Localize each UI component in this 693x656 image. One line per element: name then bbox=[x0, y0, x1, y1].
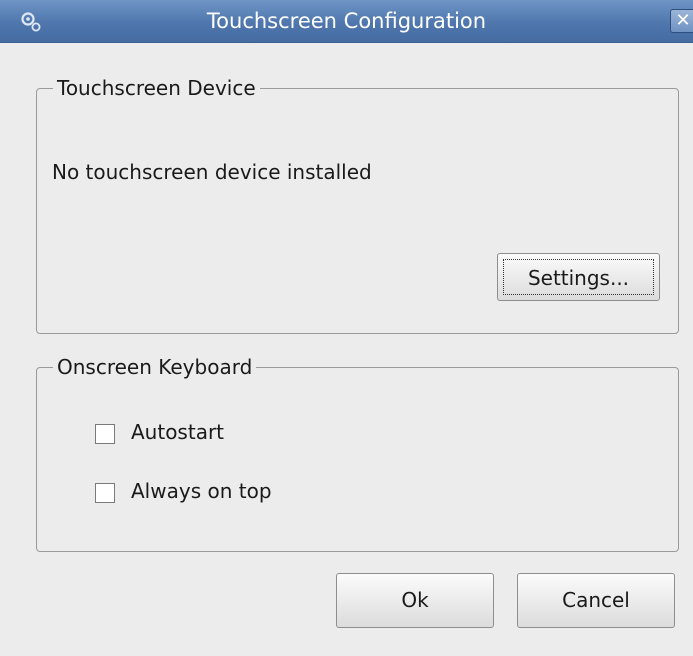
settings-button[interactable]: Settings... bbox=[497, 253, 660, 301]
always-on-top-checkbox[interactable] bbox=[95, 483, 115, 503]
always-on-top-label[interactable]: Always on top bbox=[131, 479, 272, 503]
touchscreen-device-legend: Touchscreen Device bbox=[57, 76, 256, 100]
onscreen-keyboard-legend: Onscreen Keyboard bbox=[57, 355, 253, 379]
onscreen-keyboard-group: Onscreen Keyboard bbox=[36, 356, 679, 552]
title-bar: Touchscreen Configuration ✕ bbox=[0, 0, 693, 43]
close-icon: ✕ bbox=[675, 10, 691, 31]
ok-button[interactable]: Ok bbox=[336, 573, 494, 628]
autostart-label[interactable]: Autostart bbox=[131, 420, 224, 444]
cancel-button[interactable]: Cancel bbox=[517, 573, 675, 628]
autostart-checkbox[interactable] bbox=[95, 424, 115, 444]
close-button[interactable]: ✕ bbox=[670, 9, 693, 33]
touchscreen-status-text: No touchscreen device installed bbox=[52, 160, 372, 184]
window-title: Touchscreen Configuration bbox=[206, 9, 487, 33]
settings-button-label: Settings... bbox=[503, 259, 654, 295]
